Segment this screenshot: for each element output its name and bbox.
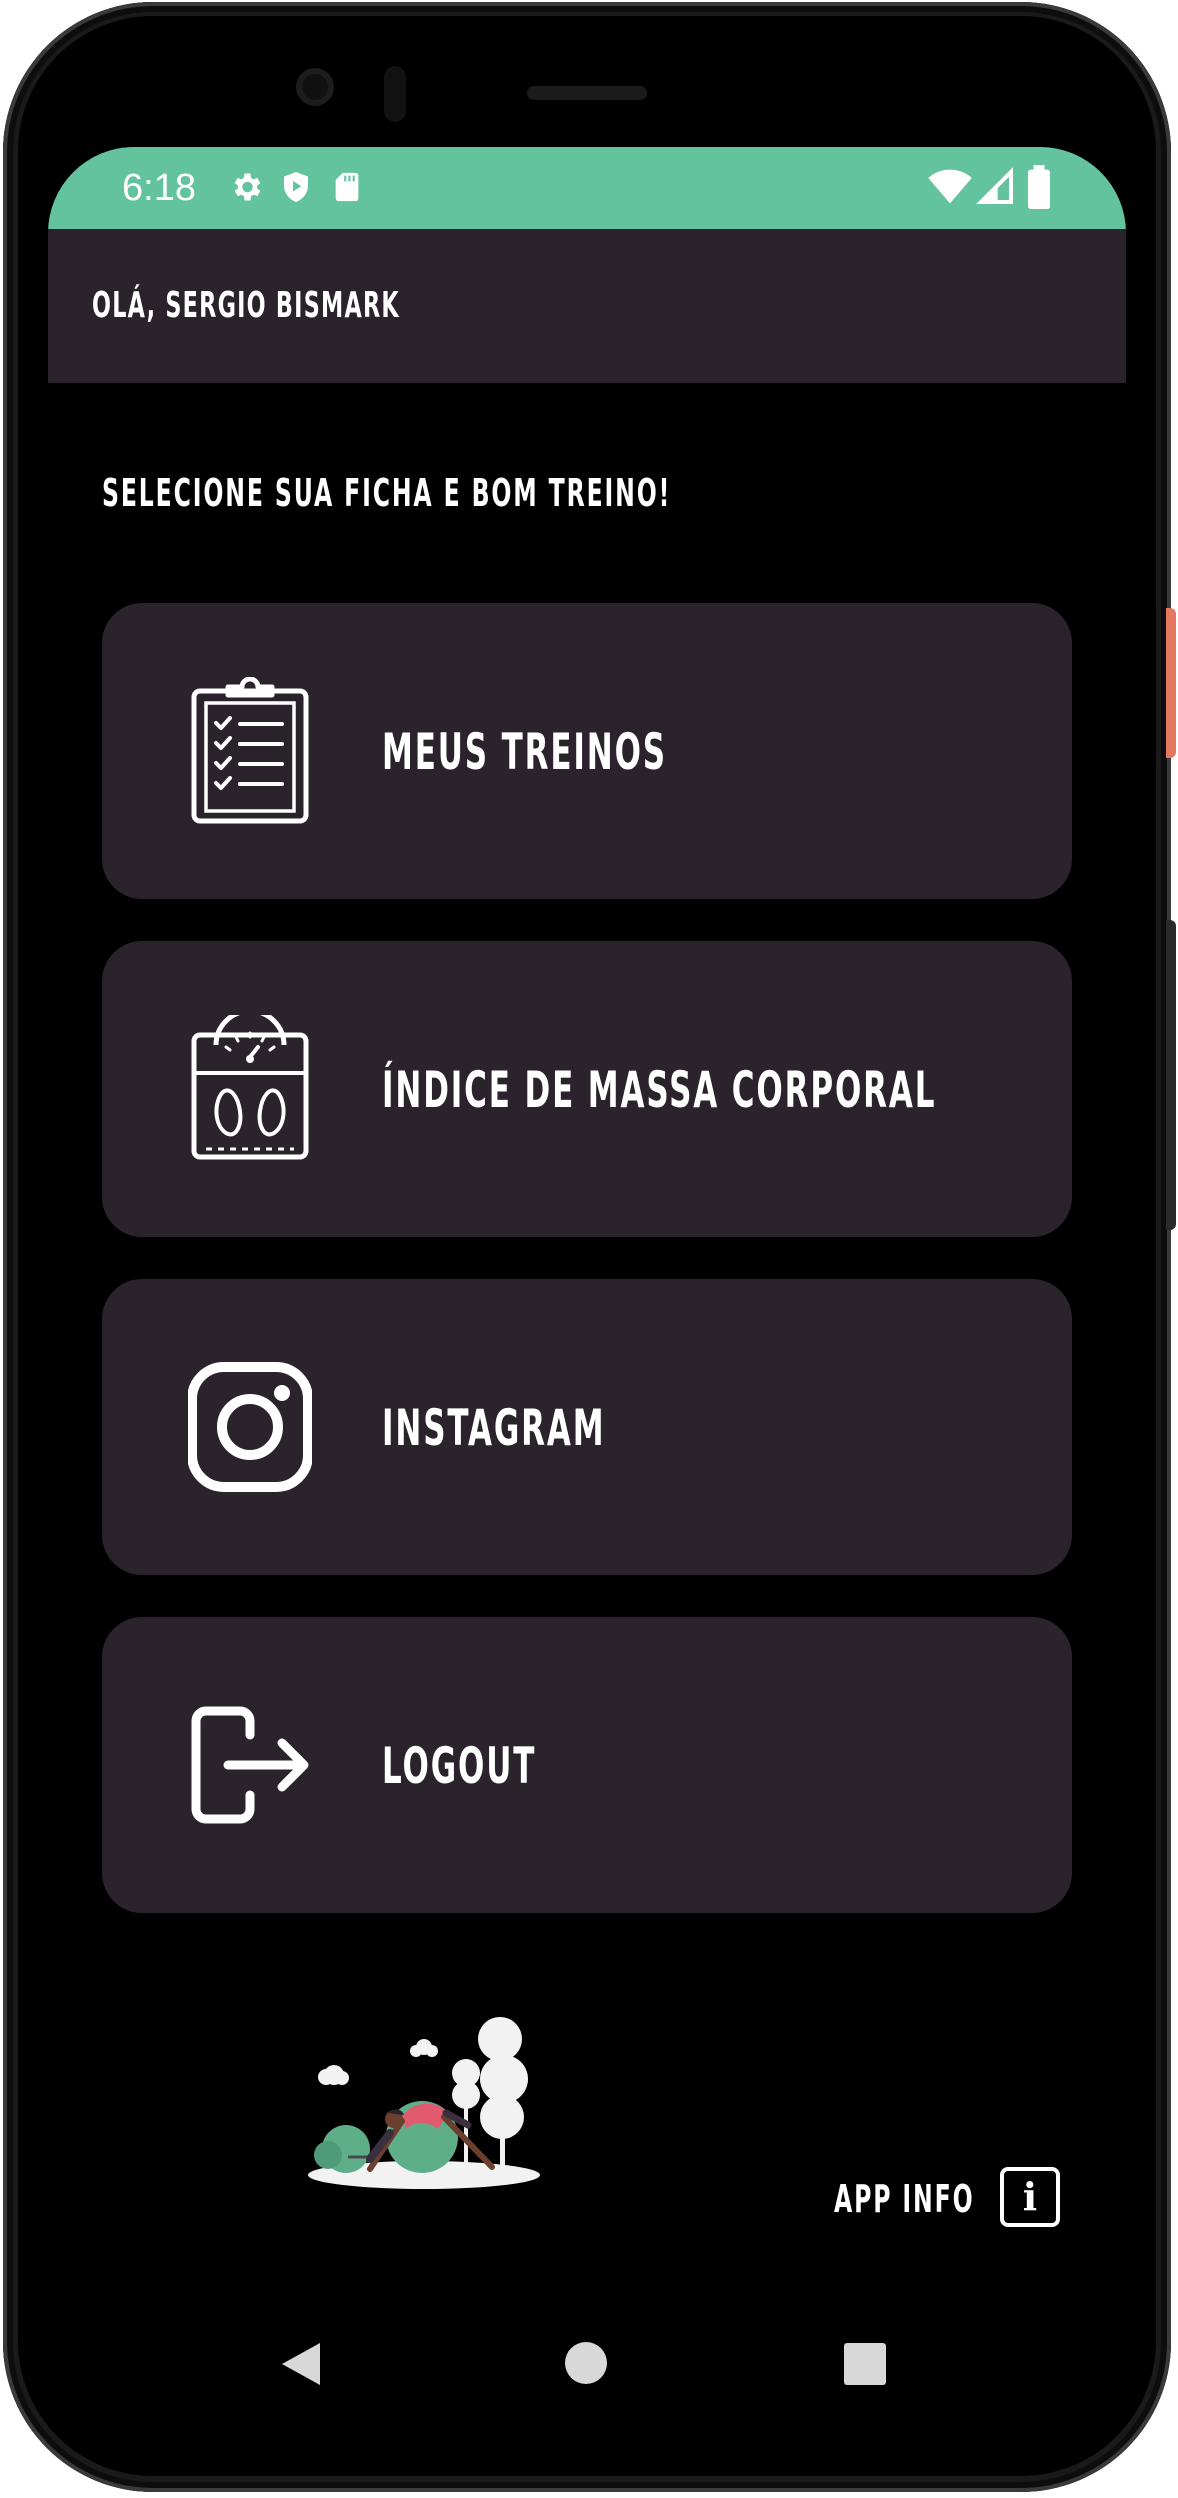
imc-button[interactable]: ÍNDICE DE MASSA CORPORAL xyxy=(102,941,1072,1237)
shield-play-icon xyxy=(284,172,308,202)
battery-icon xyxy=(1028,165,1050,209)
info-icon: i xyxy=(1000,2167,1060,2227)
instagram-icon xyxy=(188,1362,312,1492)
back-icon[interactable] xyxy=(280,2341,322,2387)
app-info-button[interactable]: APP INFO i xyxy=(834,2165,1074,2229)
body-scale-icon xyxy=(191,1015,309,1160)
signal-icon xyxy=(976,167,1013,204)
screen: 6:18 OLÁ, SERGIO BISMARK SELECIONE SUA F… xyxy=(48,147,1126,2427)
power-button xyxy=(1166,608,1176,758)
logout-button[interactable]: LOGOUT xyxy=(102,1617,1072,1913)
sd-card-icon xyxy=(335,172,359,202)
status-bar: 6:18 xyxy=(48,147,1126,229)
meus-treinos-label: MEUS TREINOS xyxy=(382,723,667,781)
app-bar: OLÁ, SERGIO BISMARK xyxy=(48,229,1126,383)
page-subtitle: SELECIONE SUA FICHA E BOM TREINO! xyxy=(102,471,672,515)
navigation-bar xyxy=(48,2295,1126,2427)
workout-illustration xyxy=(308,2017,540,2189)
front-camera xyxy=(296,68,334,106)
clipboard-checklist-icon xyxy=(191,677,309,824)
logout-label: LOGOUT xyxy=(382,1737,537,1795)
earpiece-speaker xyxy=(527,86,647,100)
instagram-label: INSTAGRAM xyxy=(382,1399,606,1457)
recents-icon[interactable] xyxy=(844,2343,886,2385)
app-info-label: APP INFO xyxy=(834,2177,975,2221)
status-time: 6:18 xyxy=(122,167,196,209)
home-icon[interactable] xyxy=(564,2341,608,2385)
wifi-icon xyxy=(928,169,972,204)
imc-label: ÍNDICE DE MASSA CORPORAL xyxy=(382,1061,937,1119)
meus-treinos-button[interactable]: MEUS TREINOS xyxy=(102,603,1072,899)
gear-icon xyxy=(234,173,261,201)
proximity-sensor xyxy=(384,66,406,122)
greeting-text: OLÁ, SERGIO BISMARK xyxy=(92,285,400,326)
logout-icon xyxy=(191,1706,309,1824)
volume-button xyxy=(1166,920,1176,1230)
instagram-button[interactable]: INSTAGRAM xyxy=(102,1279,1072,1575)
